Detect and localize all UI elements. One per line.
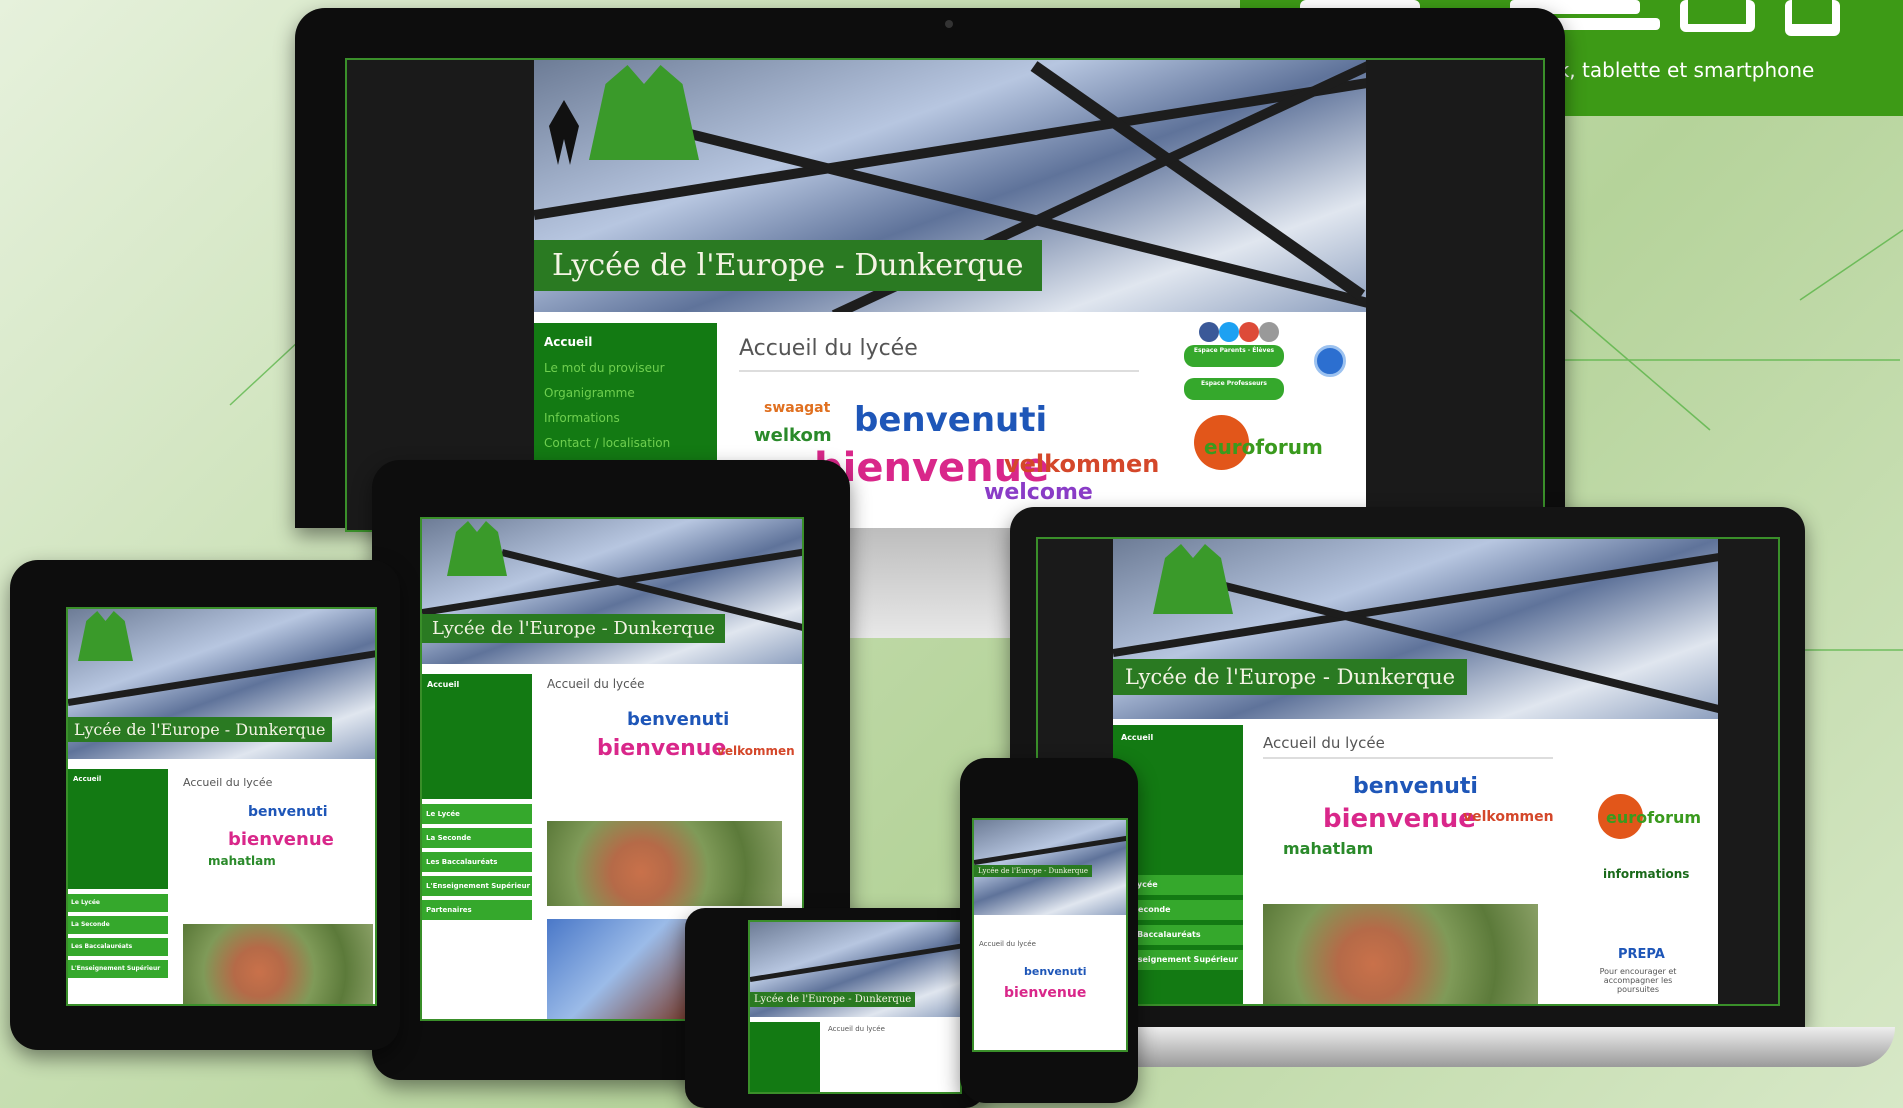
laptop-aerial-photo bbox=[1263, 904, 1538, 1004]
site-title: Lycée de l'Europe - Dunkerque bbox=[534, 240, 1042, 291]
menu-item-proviseur[interactable]: Le mot du proviseur bbox=[544, 361, 665, 375]
menu-accueil[interactable]: Accueil bbox=[544, 335, 592, 349]
laptop-euroforum-logo[interactable]: euroforum bbox=[1598, 794, 1701, 844]
desktop-monitor: Lycée de l'Europe - Dunkerque Accueil Le… bbox=[295, 8, 1565, 532]
euro-coin-icon[interactable] bbox=[1314, 345, 1346, 377]
laptop-page-heading: Accueil du lycée bbox=[1263, 734, 1385, 752]
twitter-icon[interactable] bbox=[1219, 322, 1239, 342]
tablet-landscape: Lycée de l'Europe - Dunkerque Accueil du… bbox=[685, 908, 985, 1108]
tablet-aerial-photo bbox=[547, 821, 782, 906]
space-parents-button[interactable]: Espace Parents - Élèves bbox=[1184, 345, 1284, 367]
page-heading: Accueil du lycée bbox=[739, 336, 918, 361]
tablet-landscape-screen: Lycée de l'Europe - Dunkerque Accueil du… bbox=[748, 920, 962, 1094]
tablet-word-cloud: benvenuti bienvenue velkommen bbox=[597, 709, 795, 761]
laptop-info-label: informations bbox=[1603, 867, 1690, 881]
menu-item-informations[interactable]: Informations bbox=[544, 411, 620, 425]
laptop-screen: Lycée de l'Europe - Dunkerque Accueil Le… bbox=[1036, 537, 1780, 1006]
space-profs-button[interactable]: Espace Professeurs bbox=[1184, 378, 1284, 400]
school-logo bbox=[589, 65, 699, 160]
heading-divider bbox=[739, 370, 1139, 372]
laptop-banner: Lycée de l'Europe - Dunkerque bbox=[1113, 539, 1718, 719]
tablet-left-screen: Lycée de l'Europe - Dunkerque Accueil Le… bbox=[66, 607, 377, 1006]
site-banner: Lycée de l'Europe - Dunkerque bbox=[534, 60, 1366, 312]
menu-item-organigramme[interactable]: Organigramme bbox=[544, 386, 635, 400]
tablet-photo-building bbox=[547, 919, 692, 1019]
laptop-site-title: Lycée de l'Europe - Dunkerque bbox=[1113, 659, 1468, 695]
menu-item-contact[interactable]: Contact / localisation bbox=[544, 436, 670, 450]
facebook-icon[interactable] bbox=[1199, 322, 1219, 342]
smartphone-screen: Lycée de l'Europe - Dunkerque Accueil du… bbox=[972, 818, 1128, 1052]
tablet-left: Lycée de l'Europe - Dunkerque Accueil Le… bbox=[10, 560, 400, 1050]
google-plus-icon[interactable] bbox=[1239, 322, 1259, 342]
euroforum-logo[interactable]: euroforum bbox=[1194, 415, 1323, 475]
social-icons[interactable] bbox=[1199, 322, 1279, 344]
laptop-word-cloud: benvenuti bienvenue velkommen mahatlam bbox=[1283, 774, 1554, 858]
tablet-site-title: Lycée de l'Europe - Dunkerque bbox=[422, 614, 725, 643]
monitor-camera bbox=[945, 20, 953, 28]
smartphone: Lycée de l'Europe - Dunkerque Accueil du… bbox=[960, 758, 1138, 1103]
ribbon-icon bbox=[549, 100, 579, 165]
tablet-sidebar: Accueil bbox=[422, 674, 532, 799]
mail-icon[interactable] bbox=[1259, 322, 1279, 342]
laptop-prepa-text: Pour encourager et accompagner les pours… bbox=[1599, 967, 1677, 994]
laptop-site: Lycée de l'Europe - Dunkerque Accueil Le… bbox=[1113, 539, 1718, 1004]
laptop-prepa-label: PREPA bbox=[1618, 947, 1665, 962]
